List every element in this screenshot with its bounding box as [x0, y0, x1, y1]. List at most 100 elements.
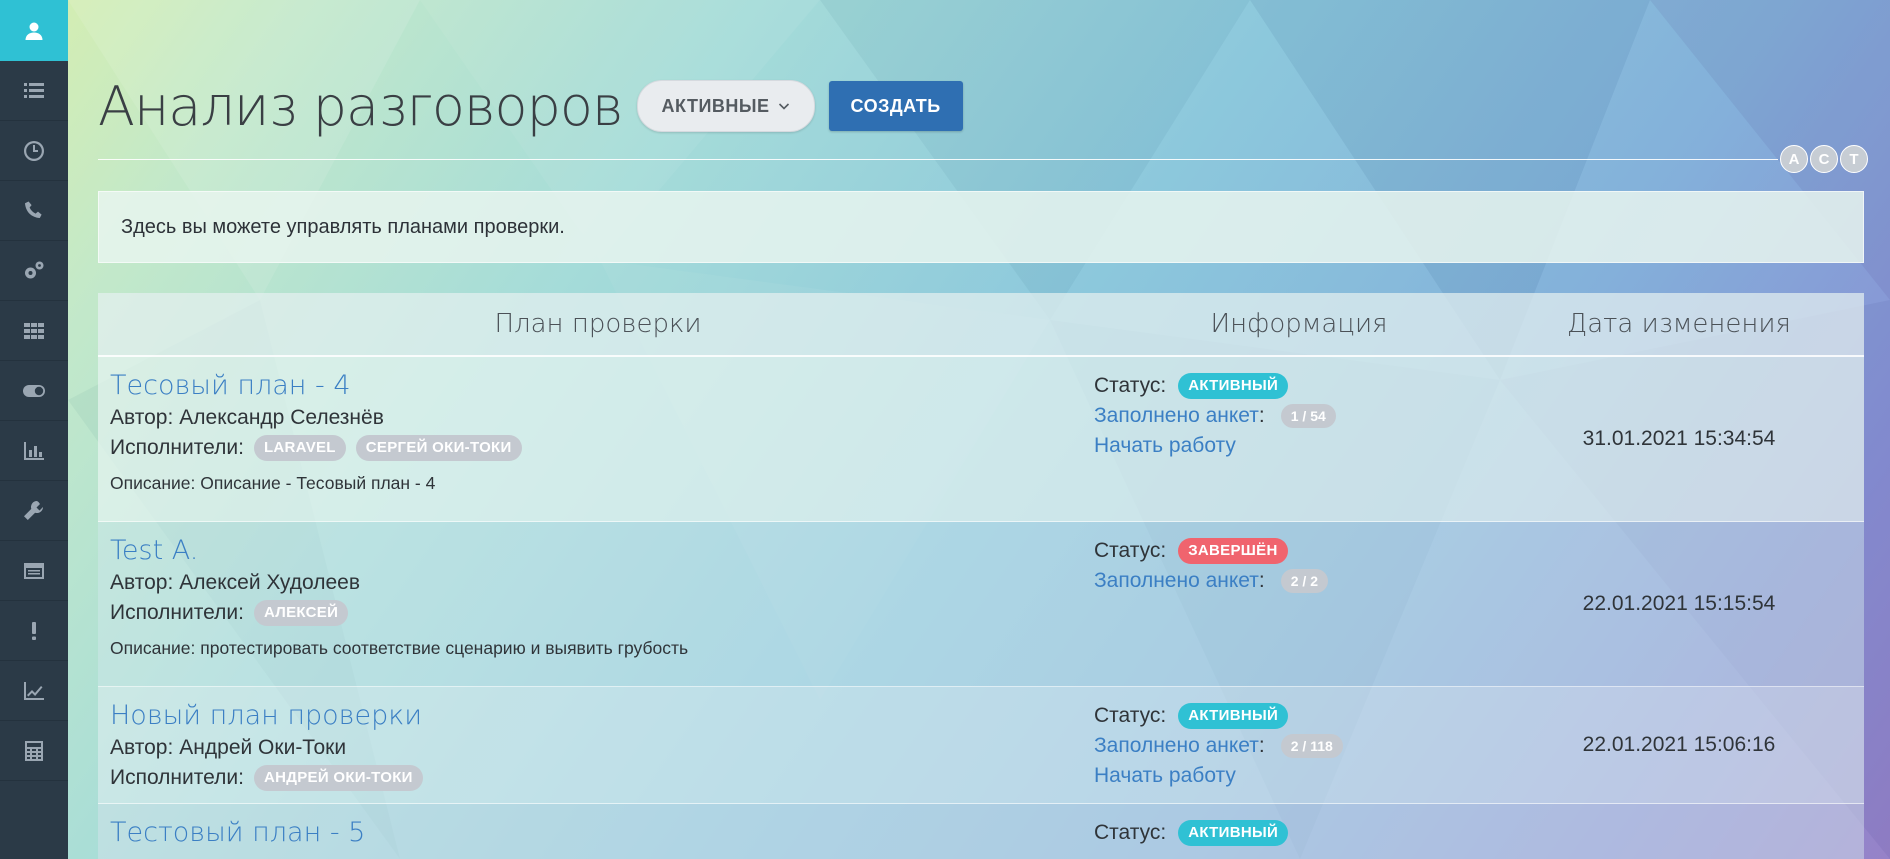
column-header-plan[interactable]: План проверки — [98, 293, 1098, 355]
plan-title-link[interactable]: Test A. — [110, 534, 1070, 568]
filled-count-badge: 1 / 54 — [1280, 404, 1336, 428]
executors-label: Исполнители: — [110, 436, 244, 459]
status-line: Статус: АКТИВНЫЙ — [1094, 371, 1494, 401]
info-cell: Статус: АКТИВНЫЙ Заполнено анкет: 1 / 54… — [1094, 371, 1494, 461]
filled-line: Заполнено анкет: 2 / 2 — [1094, 566, 1494, 596]
sidebar-item-profile[interactable] — [0, 0, 68, 61]
filled-link[interactable]: Заполнено анкет — [1094, 731, 1259, 761]
plan-description: Описание: Описание - Тесовый план - 4 — [110, 473, 1070, 494]
start-work-line: Начать работу — [1094, 431, 1494, 461]
status-badge: ЗАВЕРШЁН — [1178, 538, 1288, 564]
plan-author: Автор: Алексей Худолеев — [110, 568, 1070, 598]
sidebar-item-list[interactable] — [0, 61, 68, 121]
table-row: Тесовый план - 4 Автор: Александр Селезн… — [98, 357, 1864, 522]
info-alert-text: Здесь вы можете управлять планами провер… — [121, 215, 565, 238]
sidebar-item-calculator[interactable] — [0, 721, 68, 781]
filled-colon: : — [1258, 404, 1265, 427]
filled-line: Заполнено анкет: 1 / 54 — [1094, 401, 1494, 431]
start-work-line: Начать работу — [1094, 761, 1494, 791]
plan-title-link[interactable]: Тестовый план - 5 — [110, 816, 1070, 850]
wrench-icon — [24, 500, 44, 520]
sidebar-item-reports[interactable] — [0, 421, 68, 481]
status-badge: АКТИВНЫЙ — [1178, 703, 1289, 729]
info-alert: Здесь вы можете управлять планами провер… — [98, 191, 1864, 263]
filled-count-badge: 2 / 118 — [1280, 734, 1343, 758]
avatar[interactable]: A — [1780, 145, 1808, 173]
author-name: Андрей Оки-Токи — [179, 736, 347, 759]
toggle-icon — [23, 384, 45, 397]
status-line: Статус: ЗАВЕРШЁН — [1094, 536, 1494, 566]
column-header-info[interactable]: Информация — [1094, 293, 1504, 355]
executor-tag: LARAVEL — [253, 435, 346, 461]
plan-cell: Тестовый план - 5 — [110, 816, 1070, 850]
user-icon — [25, 22, 43, 40]
start-work-link[interactable]: Начать работу — [1094, 761, 1236, 791]
plan-cell: Test A. Автор: Алексей Худолеев Исполнит… — [110, 534, 1070, 659]
sidebar-item-calls[interactable] — [0, 181, 68, 241]
filled-link[interactable]: Заполнено анкет — [1094, 401, 1259, 431]
table-row: Тестовый план - 5 Статус: АКТИВНЫЙ — [98, 804, 1864, 859]
table-row: Test A. Автор: Алексей Худолеев Исполнит… — [98, 522, 1864, 687]
status-line: Статус: АКТИВНЫЙ — [1094, 701, 1494, 731]
description-label: Описание: — [110, 473, 196, 493]
plan-executors: Исполнители: АНДРЕЙ ОКИ-ТОКИ — [110, 763, 1070, 793]
plans-table: План проверки Информация Дата изменения … — [98, 293, 1864, 859]
plan-title-link[interactable]: Новый план проверки — [110, 699, 1070, 733]
create-button[interactable]: СОЗДАТЬ — [828, 81, 963, 131]
status-filter-dropdown[interactable]: АКТИВНЫЕ — [636, 80, 815, 132]
sidebar-item-tools[interactable] — [0, 481, 68, 541]
sidebar-item-toggles[interactable] — [0, 361, 68, 421]
start-work-link[interactable]: Начать работу — [1094, 431, 1236, 461]
author-name: Александр Селезнёв — [179, 406, 384, 429]
header-divider — [98, 159, 1778, 160]
window-icon — [24, 562, 44, 579]
column-header-date[interactable]: Дата изменения — [1494, 293, 1864, 355]
description-text: Описание - Тесовый план - 4 — [200, 473, 436, 493]
author-label: Автор: — [110, 571, 174, 594]
status-label: Статус: — [1094, 704, 1167, 727]
sidebar-item-history[interactable] — [0, 121, 68, 181]
description-text: протестировать соответствие сценарию и в… — [200, 638, 689, 658]
status-label: Статус: — [1094, 539, 1167, 562]
clock-icon — [24, 140, 44, 161]
plan-cell: Тесовый план - 4 Автор: Александр Селезн… — [110, 369, 1070, 494]
date-cell: 31.01.2021 15:34:54 — [1582, 427, 1776, 450]
plan-executors: Исполнители: АЛЕКСЕЙ — [110, 598, 1070, 628]
plan-author: Автор: Александр Селезнёв — [110, 403, 1070, 433]
info-cell: Статус: ЗАВЕРШЁН Заполнено анкет: 2 / 2 — [1094, 536, 1494, 596]
author-label: Автор: — [110, 736, 174, 759]
sidebar-item-analytics[interactable] — [0, 661, 68, 721]
main-content: Анализ разговоров АКТИВНЫЕ СОЗДАТЬ A C T… — [98, 0, 1868, 859]
sidebar-item-settings[interactable] — [0, 241, 68, 301]
plan-title-link[interactable]: Тесовый план - 4 — [110, 369, 1070, 403]
status-label: Статус: — [1094, 374, 1167, 397]
avatar[interactable]: T — [1840, 145, 1868, 173]
info-cell: Статус: АКТИВНЫЙ Заполнено анкет: 2 / 11… — [1094, 701, 1494, 791]
calculator-icon — [25, 740, 43, 761]
executors-label: Исполнители: — [110, 766, 244, 789]
table-header: План проверки Информация Дата изменения — [98, 293, 1864, 357]
filled-colon: : — [1258, 734, 1265, 757]
phone-icon — [25, 201, 42, 218]
status-badge: АКТИВНЫЙ — [1178, 373, 1289, 399]
sidebar-item-alerts[interactable] — [0, 601, 68, 661]
sidebar-item-windows[interactable] — [0, 541, 68, 601]
description-label: Описание: — [110, 638, 196, 658]
gears-icon — [25, 261, 44, 278]
avatar[interactable]: C — [1810, 145, 1838, 173]
sidebar-item-dashboard[interactable] — [0, 301, 68, 361]
filled-count-badge: 2 / 2 — [1280, 569, 1328, 593]
page-header: Анализ разговоров АКТИВНЫЕ СОЗДАТЬ — [98, 66, 1865, 146]
author-label: Автор: — [110, 406, 174, 429]
date-cell: 22.01.2021 15:06:16 — [1582, 733, 1776, 756]
plan-author: Автор: Андрей Оки-Токи — [110, 733, 1070, 763]
grid-icon — [24, 322, 44, 339]
filled-link[interactable]: Заполнено анкет — [1094, 566, 1259, 596]
executors-label: Исполнители: — [110, 601, 244, 624]
line-chart-icon — [24, 681, 44, 700]
filled-colon: : — [1258, 569, 1265, 592]
plan-executors: Исполнители: LARAVEL СЕРГЕЙ ОКИ-ТОКИ — [110, 433, 1070, 463]
bar-chart-icon — [24, 441, 44, 460]
executor-tag: АЛЕКСЕЙ — [253, 600, 349, 626]
status-line: Статус: АКТИВНЫЙ — [1094, 818, 1494, 848]
